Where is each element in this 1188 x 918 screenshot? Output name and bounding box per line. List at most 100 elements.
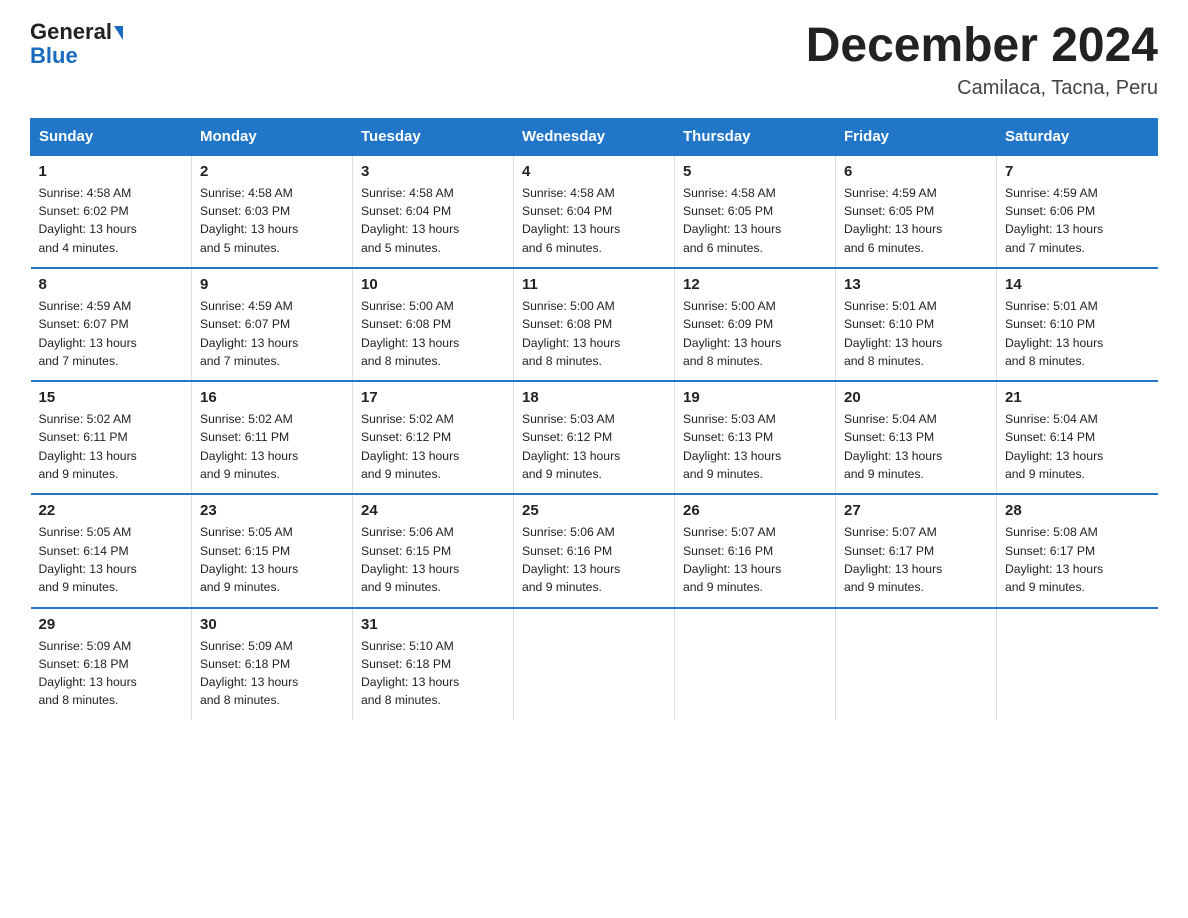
- day-number: 16: [200, 389, 344, 406]
- day-info: Sunrise: 5:06 AMSunset: 6:15 PMDaylight:…: [361, 523, 505, 596]
- calendar-cell: 14 Sunrise: 5:01 AMSunset: 6:10 PMDayligh…: [997, 268, 1158, 381]
- weekday-header-thursday: Thursday: [675, 118, 836, 155]
- day-info: Sunrise: 4:59 AMSunset: 6:06 PMDaylight:…: [1005, 184, 1150, 257]
- calendar-cell: 29Sunrise: 5:09 AMSunset: 6:18 PMDayligh…: [31, 608, 192, 720]
- calendar-cell: [997, 608, 1158, 720]
- day-info: Sunrise: 5:09 AMSunset: 6:18 PMDaylight:…: [200, 637, 344, 710]
- day-number: 18: [522, 389, 666, 406]
- day-number: 11: [522, 276, 666, 293]
- day-number: 20: [844, 389, 988, 406]
- day-number: 23: [200, 502, 344, 519]
- calendar-cell: 15 Sunrise: 5:02 AMSunset: 6:11 PMDayligh…: [31, 381, 192, 494]
- calendar-subtitle: Camilaca, Tacna, Peru: [806, 77, 1158, 100]
- calendar-cell: [836, 608, 997, 720]
- calendar-cell: 21 Sunrise: 5:04 AMSunset: 6:14 PMDayligh…: [997, 381, 1158, 494]
- calendar-cell: 26Sunrise: 5:07 AMSunset: 6:16 PMDayligh…: [675, 494, 836, 607]
- day-info: Sunrise: 5:07 AMSunset: 6:17 PMDaylight:…: [844, 523, 988, 596]
- calendar-cell: 1 Sunrise: 4:58 AMSunset: 6:02 PMDaylight…: [31, 155, 192, 268]
- weekday-header-tuesday: Tuesday: [353, 118, 514, 155]
- weekday-header-sunday: Sunday: [31, 118, 192, 155]
- day-number: 3: [361, 163, 505, 180]
- day-info: Sunrise: 4:59 AMSunset: 6:05 PMDaylight:…: [844, 184, 988, 257]
- logo-triangle-icon: [114, 26, 123, 40]
- day-number: 30: [200, 616, 344, 633]
- week-row-4: 22 Sunrise: 5:05 AMSunset: 6:14 PMDayligh…: [31, 494, 1158, 607]
- day-number: 17: [361, 389, 505, 406]
- day-info: Sunrise: 5:02 AMSunset: 6:11 PMDaylight:…: [39, 410, 184, 483]
- day-info: Sunrise: 4:58 AMSunset: 6:05 PMDaylight:…: [683, 184, 827, 257]
- day-info: Sunrise: 5:05 AMSunset: 6:14 PMDaylight:…: [39, 523, 184, 596]
- day-info: Sunrise: 5:10 AMSunset: 6:18 PMDaylight:…: [361, 637, 505, 710]
- day-number: 10: [361, 276, 505, 293]
- day-info: Sunrise: 5:00 AMSunset: 6:08 PMDaylight:…: [361, 297, 505, 370]
- calendar-cell: 4Sunrise: 4:58 AMSunset: 6:04 PMDaylight…: [514, 155, 675, 268]
- calendar-cell: 27 Sunrise: 5:07 AMSunset: 6:17 PMDayligh…: [836, 494, 997, 607]
- day-info: Sunrise: 5:01 AMSunset: 6:10 PMDaylight:…: [1005, 297, 1150, 370]
- calendar-cell: 7 Sunrise: 4:59 AMSunset: 6:06 PMDaylight…: [997, 155, 1158, 268]
- day-number: 14: [1005, 276, 1150, 293]
- calendar-cell: 5Sunrise: 4:58 AMSunset: 6:05 PMDaylight…: [675, 155, 836, 268]
- calendar-cell: 23Sunrise: 5:05 AMSunset: 6:15 PMDayligh…: [192, 494, 353, 607]
- calendar-cell: 19 Sunrise: 5:03 AMSunset: 6:13 PMDayligh…: [675, 381, 836, 494]
- weekday-header-saturday: Saturday: [997, 118, 1158, 155]
- day-number: 6: [844, 163, 988, 180]
- day-number: 24: [361, 502, 505, 519]
- day-info: Sunrise: 4:58 AMSunset: 6:02 PMDaylight:…: [39, 184, 184, 257]
- day-number: 22: [39, 502, 184, 519]
- page-header: General Blue December 2024 Camilaca, Tac…: [30, 20, 1158, 100]
- logo-blue: Blue: [30, 43, 78, 68]
- calendar-cell: 16Sunrise: 5:02 AMSunset: 6:11 PMDayligh…: [192, 381, 353, 494]
- calendar-cell: 25Sunrise: 5:06 AMSunset: 6:16 PMDayligh…: [514, 494, 675, 607]
- logo-general: General: [30, 19, 112, 44]
- calendar-table: SundayMondayTuesdayWednesdayThursdayFrid…: [30, 118, 1158, 720]
- calendar-cell: 22 Sunrise: 5:05 AMSunset: 6:14 PMDayligh…: [31, 494, 192, 607]
- day-number: 8: [39, 276, 184, 293]
- day-number: 28: [1005, 502, 1150, 519]
- day-info: Sunrise: 5:01 AMSunset: 6:10 PMDaylight:…: [844, 297, 988, 370]
- day-number: 19: [683, 389, 827, 406]
- calendar-cell: [514, 608, 675, 720]
- day-number: 27: [844, 502, 988, 519]
- calendar-cell: 3 Sunrise: 4:58 AMSunset: 6:04 PMDaylight…: [353, 155, 514, 268]
- weekday-header-friday: Friday: [836, 118, 997, 155]
- day-number: 1: [39, 163, 184, 180]
- day-number: 31: [361, 616, 505, 633]
- day-number: 2: [200, 163, 344, 180]
- week-row-1: 1 Sunrise: 4:58 AMSunset: 6:02 PMDaylight…: [31, 155, 1158, 268]
- calendar-cell: 13Sunrise: 5:01 AMSunset: 6:10 PMDayligh…: [836, 268, 997, 381]
- week-row-5: 29Sunrise: 5:09 AMSunset: 6:18 PMDayligh…: [31, 608, 1158, 720]
- day-info: Sunrise: 4:58 AMSunset: 6:04 PMDaylight:…: [361, 184, 505, 257]
- logo-text: General Blue: [30, 20, 123, 68]
- day-number: 25: [522, 502, 666, 519]
- day-number: 15: [39, 389, 184, 406]
- day-number: 9: [200, 276, 344, 293]
- day-info: Sunrise: 5:00 AMSunset: 6:08 PMDaylight:…: [522, 297, 666, 370]
- day-number: 21: [1005, 389, 1150, 406]
- calendar-title: December 2024: [806, 20, 1158, 73]
- calendar-cell: 24 Sunrise: 5:06 AMSunset: 6:15 PMDayligh…: [353, 494, 514, 607]
- calendar-cell: 9 Sunrise: 4:59 AMSunset: 6:07 PMDaylight…: [192, 268, 353, 381]
- week-row-3: 15 Sunrise: 5:02 AMSunset: 6:11 PMDayligh…: [31, 381, 1158, 494]
- calendar-cell: 31 Sunrise: 5:10 AMSunset: 6:18 PMDayligh…: [353, 608, 514, 720]
- calendar-cell: 17 Sunrise: 5:02 AMSunset: 6:12 PMDayligh…: [353, 381, 514, 494]
- day-number: 12: [683, 276, 827, 293]
- day-info: Sunrise: 5:03 AMSunset: 6:12 PMDaylight:…: [522, 410, 666, 483]
- logo: General Blue: [30, 20, 123, 68]
- day-info: Sunrise: 5:03 AMSunset: 6:13 PMDaylight:…: [683, 410, 827, 483]
- day-info: Sunrise: 4:58 AMSunset: 6:03 PMDaylight:…: [200, 184, 344, 257]
- day-info: Sunrise: 5:02 AMSunset: 6:12 PMDaylight:…: [361, 410, 505, 483]
- calendar-cell: 11 Sunrise: 5:00 AMSunset: 6:08 PMDayligh…: [514, 268, 675, 381]
- day-info: Sunrise: 4:59 AMSunset: 6:07 PMDaylight:…: [200, 297, 344, 370]
- day-info: Sunrise: 5:07 AMSunset: 6:16 PMDaylight:…: [683, 523, 827, 596]
- day-number: 4: [522, 163, 666, 180]
- title-block: December 2024 Camilaca, Tacna, Peru: [806, 20, 1158, 100]
- day-number: 7: [1005, 163, 1150, 180]
- week-row-2: 8 Sunrise: 4:59 AMSunset: 6:07 PMDaylight…: [31, 268, 1158, 381]
- calendar-cell: 8Sunrise: 4:59 AMSunset: 6:07 PMDaylight…: [31, 268, 192, 381]
- day-info: Sunrise: 5:04 AMSunset: 6:14 PMDaylight:…: [1005, 410, 1150, 483]
- calendar-cell: 12Sunrise: 5:00 AMSunset: 6:09 PMDayligh…: [675, 268, 836, 381]
- calendar-cell: 20Sunrise: 5:04 AMSunset: 6:13 PMDayligh…: [836, 381, 997, 494]
- calendar-cell: 28Sunrise: 5:08 AMSunset: 6:17 PMDayligh…: [997, 494, 1158, 607]
- weekday-header-wednesday: Wednesday: [514, 118, 675, 155]
- day-info: Sunrise: 5:09 AMSunset: 6:18 PMDaylight:…: [39, 637, 184, 710]
